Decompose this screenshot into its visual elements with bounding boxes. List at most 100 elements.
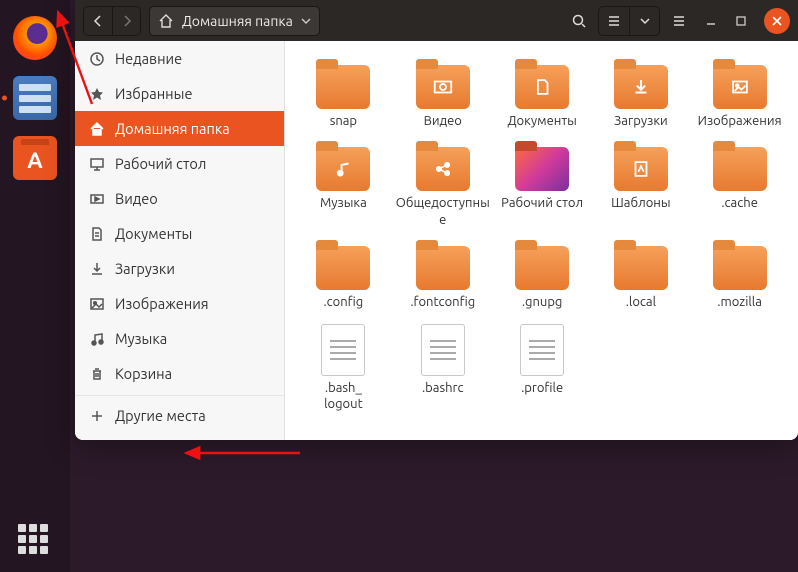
folder-icon bbox=[614, 246, 668, 290]
minimize-button[interactable] bbox=[698, 8, 724, 34]
sidebar-item-label: Другие места bbox=[115, 407, 206, 424]
folder-item[interactable]: Загрузки bbox=[593, 55, 690, 133]
folder-item[interactable]: Шаблоны bbox=[593, 137, 690, 232]
close-button[interactable] bbox=[764, 8, 790, 34]
list-icon bbox=[606, 13, 622, 29]
sidebar-item-label: Изображения bbox=[115, 295, 209, 312]
file-item[interactable]: .profile bbox=[494, 318, 591, 417]
hamburger-menu-button[interactable] bbox=[664, 6, 694, 36]
sidebar-item-trash[interactable]: Корзина bbox=[75, 356, 284, 391]
folder-item[interactable]: .fontconfig bbox=[394, 236, 492, 314]
desktop-icon bbox=[89, 156, 105, 172]
sidebar-item-label: Музыка bbox=[115, 330, 167, 347]
item-label: .cache bbox=[721, 195, 758, 211]
folder-icon bbox=[713, 65, 767, 109]
folder-icon bbox=[515, 65, 569, 109]
folder-item[interactable]: Видео bbox=[394, 55, 492, 133]
item-label: .bashrc bbox=[422, 380, 464, 396]
text-file-icon bbox=[421, 324, 465, 376]
folder-icon bbox=[416, 65, 470, 109]
folder-item[interactable]: Рабочий стол bbox=[494, 137, 591, 232]
window-body: Недавние Избранные Домашняя папка Рабочий с… bbox=[75, 41, 798, 440]
view-toggle-group bbox=[598, 6, 660, 36]
back-button[interactable] bbox=[84, 7, 112, 35]
sidebar: Недавние Избранные Домашняя папка Рабочий с… bbox=[75, 41, 285, 440]
folder-item[interactable]: snap bbox=[295, 55, 392, 133]
titlebar: Домашняя папка bbox=[75, 0, 798, 41]
software-center-icon: A bbox=[13, 136, 57, 180]
folder-icon bbox=[515, 246, 569, 290]
dock-firefox[interactable] bbox=[11, 14, 59, 62]
item-label: Изображения bbox=[698, 113, 782, 129]
sidebar-item-label: Домашняя папка bbox=[115, 120, 230, 137]
hamburger-icon bbox=[671, 13, 687, 29]
folder-icon bbox=[416, 246, 470, 290]
item-label: Общедоступные bbox=[396, 195, 490, 228]
folder-icon bbox=[713, 246, 767, 290]
folder-icon bbox=[614, 147, 668, 191]
maximize-icon bbox=[735, 15, 747, 27]
doc-icon bbox=[89, 226, 105, 242]
chevron-right-icon bbox=[120, 14, 134, 28]
forward-button[interactable] bbox=[112, 7, 140, 35]
item-label: snap bbox=[330, 113, 357, 129]
pathbar[interactable]: Домашняя папка bbox=[149, 6, 320, 36]
sidebar-item-image[interactable]: Изображения bbox=[75, 286, 284, 321]
sidebar-item-label: Документы bbox=[115, 225, 192, 242]
folder-icon bbox=[614, 65, 668, 109]
main-file-area[interactable]: snap Видео Документы Загрузки Изображения Муз… bbox=[285, 41, 798, 440]
sidebar-item-label: Избранные bbox=[115, 85, 192, 102]
folder-item[interactable]: Документы bbox=[494, 55, 591, 133]
music-icon bbox=[89, 331, 105, 347]
sidebar-other-places[interactable]: Другие места bbox=[75, 398, 284, 433]
download-icon bbox=[89, 261, 105, 277]
pathbar-label: Домашняя папка bbox=[182, 13, 293, 29]
folder-icon bbox=[713, 147, 767, 191]
image-icon bbox=[89, 296, 105, 312]
folder-item[interactable]: .config bbox=[295, 236, 392, 314]
chevron-down-icon bbox=[640, 16, 650, 26]
clock-icon bbox=[89, 51, 105, 67]
folder-icon bbox=[316, 147, 370, 191]
sidebar-item-video[interactable]: Видео bbox=[75, 181, 284, 216]
item-label: Рабочий стол bbox=[501, 195, 583, 211]
folder-icon bbox=[316, 246, 370, 290]
dock-files[interactable] bbox=[11, 74, 59, 122]
sidebar-item-music[interactable]: Музыка bbox=[75, 321, 284, 356]
sidebar-item-download[interactable]: Загрузки bbox=[75, 251, 284, 286]
sidebar-item-doc[interactable]: Документы bbox=[75, 216, 284, 251]
search-button[interactable] bbox=[564, 6, 594, 36]
folder-item[interactable]: .cache bbox=[691, 137, 788, 232]
sidebar-item-label: Корзина bbox=[115, 365, 172, 382]
folder-item[interactable]: Изображения bbox=[691, 55, 788, 133]
search-icon bbox=[571, 13, 587, 29]
close-icon bbox=[771, 15, 783, 27]
item-label: Музыка bbox=[320, 195, 367, 211]
sidebar-item-label: Видео bbox=[115, 190, 158, 207]
plus-icon bbox=[89, 408, 105, 424]
maximize-button[interactable] bbox=[728, 8, 754, 34]
sidebar-item-star[interactable]: Избранные bbox=[75, 76, 284, 111]
chevron-left-icon bbox=[91, 14, 105, 28]
folder-item[interactable]: Музыка bbox=[295, 137, 392, 232]
show-applications-button[interactable] bbox=[18, 524, 48, 554]
list-view-button[interactable] bbox=[599, 7, 629, 35]
sidebar-item-desktop[interactable]: Рабочий стол bbox=[75, 146, 284, 181]
files-icon bbox=[13, 76, 57, 120]
file-item[interactable]: .bashrc bbox=[394, 318, 492, 417]
folder-item[interactable]: Общедоступные bbox=[394, 137, 492, 232]
item-label: .bash_logout bbox=[324, 380, 363, 413]
sidebar-item-clock[interactable]: Недавние bbox=[75, 41, 284, 76]
dock-software[interactable]: A bbox=[11, 134, 59, 182]
chevron-down-icon bbox=[301, 16, 311, 26]
folder-item[interactable]: .local bbox=[593, 236, 690, 314]
view-options-button[interactable] bbox=[629, 7, 659, 35]
item-label: Документы bbox=[507, 113, 576, 129]
folder-item[interactable]: .mozilla bbox=[691, 236, 788, 314]
folder-item[interactable]: .gnupg bbox=[494, 236, 591, 314]
file-item[interactable]: .bash_logout bbox=[295, 318, 392, 417]
sidebar-item-home[interactable]: Домашняя папка bbox=[75, 111, 284, 146]
item-label: Шаблоны bbox=[611, 195, 670, 211]
ubuntu-dock: A bbox=[0, 0, 70, 572]
folder-icon bbox=[515, 147, 569, 191]
